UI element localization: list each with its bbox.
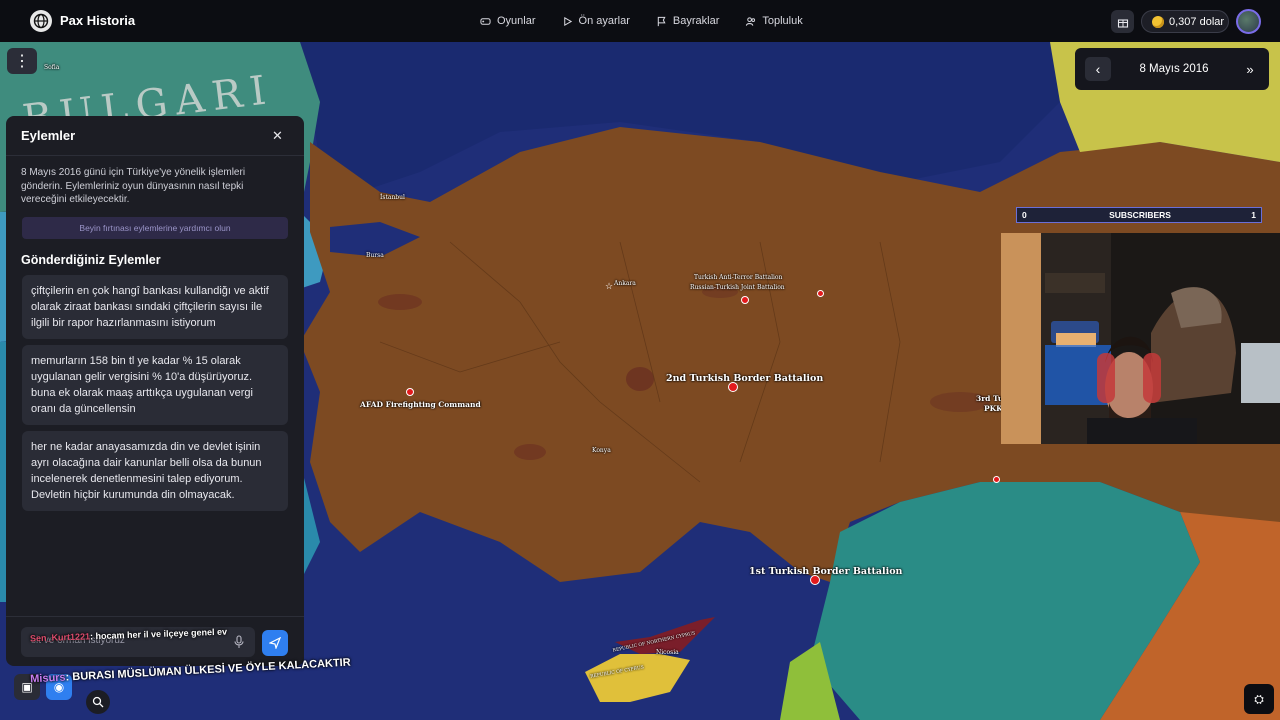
nav-presets[interactable]: Ön ayarlar — [562, 15, 630, 27]
balance-pill[interactable]: 0,307 dolar — [1141, 10, 1229, 33]
controller-icon[interactable]: ▣ — [14, 674, 40, 700]
fast-forward-button[interactable]: » — [1237, 57, 1263, 81]
app-root: Pax Historia Oyunlar Ön ayarlar Bayrakla… — [0, 0, 1280, 720]
send-icon — [269, 637, 281, 649]
coin-icon — [1152, 15, 1164, 28]
unit-label-border-3[interactable]: 3rd Tu — [976, 394, 1003, 403]
unit-marker-afad[interactable] — [406, 388, 414, 396]
play-icon — [563, 16, 572, 26]
brainstorm-button[interactable]: Beyin fırtınası eylemlerine yardımcı olu… — [22, 216, 288, 239]
action-input-bar: sit ve orman istiyoruz — [6, 616, 304, 666]
subs-goal-max: 1 — [1251, 210, 1256, 220]
nav-games[interactable]: Oyunlar — [480, 15, 536, 27]
unit-label-anti-terror[interactable]: Turkish Anti-Terror Battalion — [694, 274, 782, 281]
microphone-icon[interactable] — [233, 635, 245, 649]
nav-flags-label: Bayraklar — [672, 15, 720, 27]
action-input[interactable]: sit ve orman istiyoruz — [21, 627, 255, 657]
search-icon[interactable] — [86, 690, 110, 714]
nav-community-label: Topluluk — [762, 15, 803, 27]
app-brand[interactable]: Pax Historia — [60, 13, 135, 28]
chat-icon[interactable]: ◉ — [46, 674, 72, 700]
city-label-sofia[interactable]: Sofia — [44, 64, 59, 71]
unit-marker-east[interactable] — [993, 476, 1000, 483]
sent-actions-list: çiftçilerin en çok hangî bankası kulland… — [6, 267, 304, 511]
balance-value: 0,307 dolar — [1169, 15, 1225, 28]
user-avatar[interactable] — [1236, 9, 1261, 34]
action-card: çiftçilerin en çok hangî bankası kulland… — [22, 274, 288, 339]
action-card: memurların 158 bin tl ye kadar % 15 olar… — [22, 344, 288, 425]
action-input-text: sit ve orman istiyoruz — [31, 635, 125, 646]
city-label-konya[interactable]: Konya — [592, 447, 611, 454]
actions-panel-title: Eylemler — [21, 128, 76, 143]
action-card: her ne kadar anayasamızda din ve devlet … — [22, 430, 288, 511]
capital-star-icon: ☆ — [605, 281, 614, 291]
gift-button[interactable] — [1111, 10, 1134, 33]
unit-label-joint[interactable]: Russian-Turkish Joint Battalion — [690, 284, 785, 291]
bottom-toolbar: ▣ ◉ — [14, 674, 72, 700]
actions-panel-header: Eylemler ✕ — [6, 116, 304, 156]
close-icon[interactable]: ✕ — [272, 128, 283, 144]
send-button[interactable] — [262, 630, 288, 656]
actions-description: 8 Mayıs 2016 günü için Türkiye'ye yöneli… — [21, 167, 246, 205]
nav-flags[interactable]: Bayraklar — [656, 15, 719, 27]
date-panel: ‹ 8 Mayıs 2016 » — [1075, 48, 1269, 90]
unit-label-border-1[interactable]: 1st Turkish Border Battalion — [749, 566, 902, 577]
subs-goal-label: SUBSCRIBERS — [1109, 210, 1171, 220]
current-date: 8 Mayıs 2016 — [1139, 63, 1209, 75]
city-label-istanbul[interactable]: İstanbul — [380, 194, 405, 201]
more-menu-button[interactable]: ⋮ — [7, 48, 37, 74]
unit-marker[interactable] — [817, 290, 824, 297]
main-nav: Oyunlar Ön ayarlar Bayraklar Topluluk — [480, 0, 803, 42]
flag-icon — [657, 16, 666, 26]
top-bar: Pax Historia Oyunlar Ön ayarlar Bayrakla… — [0, 0, 1280, 42]
globe-logo-icon[interactable] — [30, 10, 52, 32]
subscribers-goal-bar: 0 SUBSCRIBERS 1 — [1016, 207, 1262, 223]
unit-label-border-2[interactable]: 2nd Turkish Border Battalion — [666, 373, 823, 384]
prev-date-button[interactable]: ‹ — [1085, 57, 1111, 81]
city-label-ankara[interactable]: Ankara — [614, 280, 636, 287]
sent-actions-heading: Gönderdiğiniz Eylemler — [21, 252, 161, 267]
unit-label-afad[interactable]: AFAD Firefighting Command — [360, 400, 481, 409]
gift-icon — [1117, 18, 1128, 28]
unit-marker-joint[interactable] — [741, 296, 749, 304]
unit-label-pkk[interactable]: PKK — [984, 404, 1003, 413]
nav-community[interactable]: Topluluk — [745, 15, 803, 27]
city-label-bursa[interactable]: Bursa — [366, 252, 384, 259]
unit-marker-border-1[interactable] — [810, 575, 820, 585]
gamepad-icon — [480, 17, 491, 25]
accessibility-icon[interactable]: ⛭ — [1244, 684, 1274, 714]
webcam-feed — [1001, 233, 1280, 444]
users-icon — [746, 16, 756, 26]
unit-marker-border-2[interactable] — [728, 382, 738, 392]
nav-presets-label: Ön ayarlar — [578, 15, 630, 27]
city-label-nicosia[interactable]: Nicosia — [656, 649, 679, 656]
actions-panel: Eylemler ✕ 8 Mayıs 2016 günü için Türkiy… — [6, 116, 304, 666]
nav-games-label: Oyunlar — [497, 15, 536, 27]
